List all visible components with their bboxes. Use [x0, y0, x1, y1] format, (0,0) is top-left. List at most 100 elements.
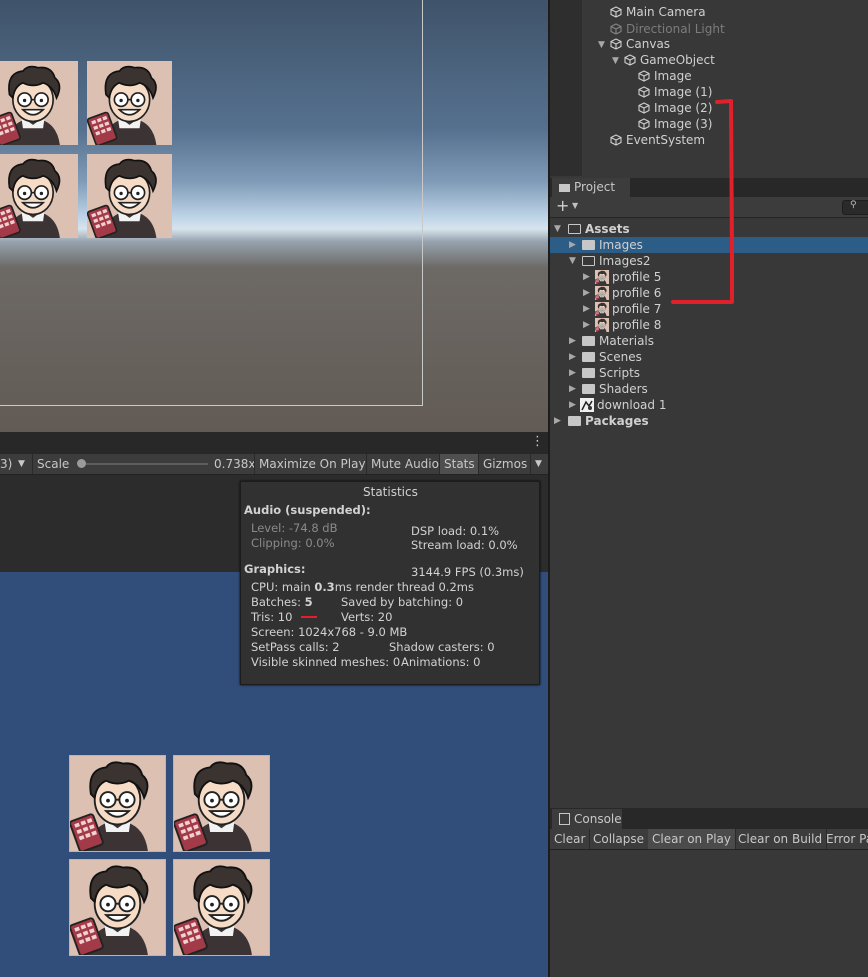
- expand-arrow-icon[interactable]: ▶: [583, 317, 590, 333]
- audio-level: Level: -74.8 dB: [251, 521, 338, 535]
- annotation-underline: [301, 616, 317, 618]
- verts-readout: Verts: 20: [341, 610, 393, 624]
- skinned-meshes-readout: Visible skinned meshes: 0: [251, 655, 401, 669]
- folder-icon: [582, 336, 595, 346]
- folder-icon: [582, 240, 595, 250]
- console-log-area[interactable]: [550, 850, 868, 977]
- clear-on-play-toggle[interactable]: Clear on Play: [648, 829, 736, 849]
- scene-image-sprite[interactable]: [87, 154, 172, 238]
- hierarchy-gutter: [550, 0, 582, 176]
- add-asset-button[interactable]: +: [556, 197, 569, 215]
- gameobject-icon: [610, 6, 622, 18]
- expand-arrow-icon[interactable]: ▶: [569, 397, 576, 413]
- expand-arrow-icon[interactable]: ▶: [569, 333, 576, 349]
- expand-arrow-icon[interactable]: ▶: [583, 285, 590, 301]
- hierarchy-item-main-camera[interactable]: Main Camera: [610, 4, 706, 20]
- scale-label: Scale: [32, 454, 73, 474]
- hierarchy-item-directional-light[interactable]: Directional Light: [610, 21, 725, 37]
- image-thumbnail-icon: [580, 398, 594, 412]
- error-pause-toggle[interactable]: Error Pa: [822, 829, 868, 849]
- stream-load: Stream load: 0.0%: [411, 538, 518, 552]
- gizmos-button[interactable]: Gizmos: [478, 454, 531, 474]
- stats-button[interactable]: Stats: [439, 454, 479, 474]
- scene-bottom-bar: ⋮: [0, 432, 548, 454]
- tree-item-profile-8[interactable]: ▶ profile 8: [550, 317, 868, 333]
- expand-arrow-icon[interactable]: ▼: [554, 221, 561, 237]
- console-icon: [559, 813, 570, 825]
- tab-console[interactable]: Console: [552, 809, 622, 829]
- sprite-thumbnail-icon: [595, 286, 609, 300]
- gameobject-icon: [610, 23, 622, 35]
- mute-audio-button[interactable]: Mute Audio: [366, 454, 443, 474]
- folder-open-icon: [568, 224, 581, 234]
- scene-image-sprite[interactable]: [0, 154, 78, 238]
- cpu-readout: CPU: main 0.3ms render thread 0.2ms: [251, 580, 474, 594]
- hierarchy-item-canvas[interactable]: Canvas: [610, 36, 670, 52]
- tree-item-materials[interactable]: ▶ Materials: [550, 333, 868, 349]
- scene-view[interactable]: [0, 0, 548, 432]
- graphics-header: Graphics:: [244, 562, 306, 576]
- gameobject-icon: [610, 134, 622, 146]
- folder-icon: [582, 368, 595, 378]
- folder-icon: [582, 384, 595, 394]
- folder-icon: [568, 416, 581, 426]
- expand-arrow-icon[interactable]: ▶: [569, 381, 576, 397]
- display-dropdown-label[interactable]: 3): [0, 454, 12, 474]
- expand-arrow-icon[interactable]: ▼: [612, 56, 619, 66]
- expand-arrow-icon[interactable]: ▼: [598, 40, 605, 50]
- game-image-sprite: [69, 755, 166, 852]
- expand-arrow-icon[interactable]: ▶: [569, 365, 576, 381]
- expand-arrow-icon[interactable]: ▶: [569, 349, 576, 365]
- console-toolbar: Clear Collapse Clear on Play Clear on Bu…: [550, 829, 868, 850]
- game-toolbar: 3) ▼ Scale 0.738x Maximize On Play Mute …: [0, 454, 548, 475]
- search-input[interactable]: ⚲: [842, 200, 868, 215]
- folder-icon: [559, 184, 570, 192]
- chevron-down-icon[interactable]: ▼: [572, 201, 578, 210]
- scene-image-sprite[interactable]: [0, 61, 78, 145]
- scale-slider-track[interactable]: [80, 463, 208, 465]
- folder-icon: [582, 352, 595, 362]
- stats-title: Statistics: [363, 485, 418, 499]
- statistics-panel: Statistics Audio (suspended): Level: -74…: [240, 481, 540, 685]
- tree-item-shaders[interactable]: ▶ Shaders: [550, 381, 868, 397]
- expand-arrow-icon[interactable]: ▶: [554, 413, 561, 429]
- hierarchy-item-gameobject[interactable]: GameObject: [624, 52, 715, 68]
- tab-project[interactable]: Project: [552, 178, 630, 197]
- batches-readout: Batches: 5: [251, 595, 313, 609]
- search-icon: ⚲: [850, 200, 857, 210]
- expand-arrow-icon[interactable]: ▶: [583, 301, 590, 317]
- expand-arrow-icon[interactable]: ▼: [569, 253, 576, 269]
- sprite-thumbnail-icon: [595, 302, 609, 316]
- game-image-sprite: [173, 859, 270, 956]
- scene-image-sprite[interactable]: [87, 61, 172, 145]
- scale-value: 0.738x: [214, 457, 254, 471]
- gameobject-icon: [638, 70, 650, 82]
- clear-button[interactable]: Clear: [550, 829, 591, 849]
- maximize-on-play-button[interactable]: Maximize On Play: [254, 454, 370, 474]
- sprite-thumbnail-icon: [595, 318, 609, 332]
- gameobject-icon: [610, 38, 622, 50]
- tree-item-packages[interactable]: ▶ Packages: [550, 413, 868, 429]
- clear-on-build-toggle[interactable]: Clear on Build: [734, 829, 828, 849]
- setpass-readout: SetPass calls: 2: [251, 640, 340, 654]
- game-image-sprite: [173, 755, 270, 852]
- audio-clipping: Clipping: 0.0%: [251, 536, 335, 550]
- annotation-bracket: [671, 99, 734, 304]
- scale-slider-thumb[interactable]: [77, 459, 86, 468]
- expand-arrow-icon[interactable]: ▶: [583, 269, 590, 285]
- screen-readout: Screen: 1024x768 - 9.0 MB: [251, 625, 408, 639]
- gameobject-icon: [638, 102, 650, 114]
- gizmos-dropdown-icon[interactable]: ▼: [530, 454, 546, 474]
- gameobject-icon: [638, 118, 650, 130]
- folder-open-icon: [582, 256, 595, 266]
- animations-readout: Animations: 0: [401, 655, 481, 669]
- tree-item-download-1[interactable]: ▶ download 1: [550, 397, 868, 413]
- more-options-icon[interactable]: ⋮: [531, 434, 544, 449]
- tris-readout: Tris: 10: [251, 610, 293, 624]
- chevron-down-icon[interactable]: ▼: [18, 454, 25, 474]
- expand-arrow-icon[interactable]: ▶: [569, 237, 576, 253]
- tree-item-scenes[interactable]: ▶ Scenes: [550, 349, 868, 365]
- tree-item-scripts[interactable]: ▶ Scripts: [550, 365, 868, 381]
- collapse-button[interactable]: Collapse: [589, 829, 649, 849]
- hierarchy-item-image[interactable]: Image: [638, 68, 692, 84]
